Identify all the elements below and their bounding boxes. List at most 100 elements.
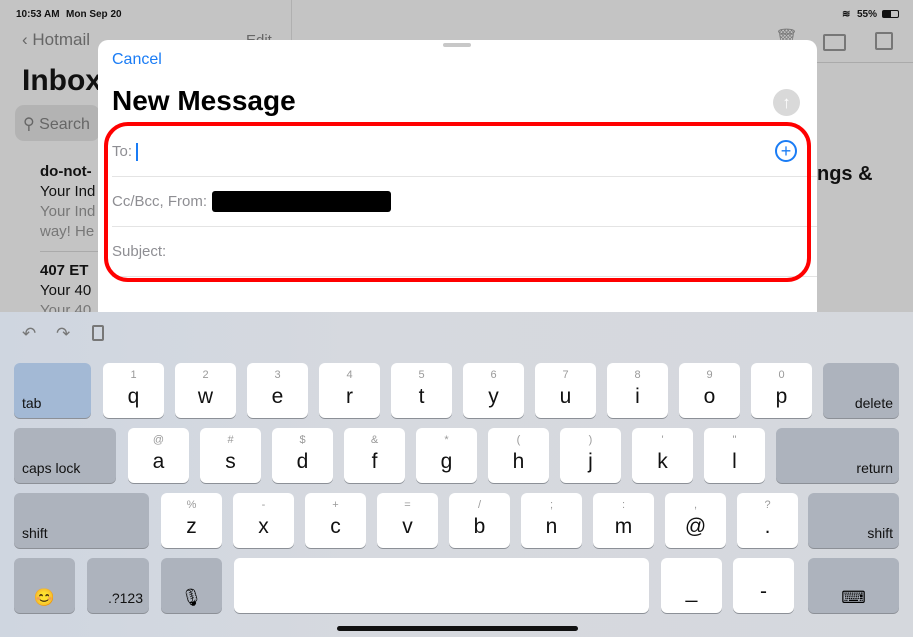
compose-title: New Message [112,85,296,116]
key-primary: e [271,385,284,408]
key-x[interactable]: -x [233,493,294,548]
message-subject: Your Ind [40,183,96,200]
key-g[interactable]: * g [416,428,477,483]
redo-icon[interactable]: ↷ [56,324,70,344]
compose-icon[interactable] [875,32,893,50]
key-secondary: 0 [778,369,785,381]
key-shift[interactable]: shift [14,493,149,548]
key-j[interactable]: ) j [560,428,621,483]
key-primary: m [614,515,633,538]
key-return[interactable]: return [776,428,899,483]
key-k[interactable]: ' k [632,428,693,483]
paste-icon[interactable] [92,325,104,341]
key-hyphen[interactable]: - [733,558,794,613]
key-s[interactable]: # s [200,428,261,483]
key-q[interactable]: 1q [103,363,164,418]
key-space[interactable] [234,558,649,613]
key-secondary: * [444,434,449,446]
key-z[interactable]: % z [161,493,222,548]
folder-icon[interactable] [823,34,846,51]
key-l[interactable]: " l [704,428,765,483]
sheet-grabber[interactable] [443,43,471,47]
key-r[interactable]: 4r [319,363,380,418]
key-secondary: + [332,499,339,511]
key-period[interactable]: ?. [737,493,798,548]
status-date: Mon Sep 20 [66,9,122,20]
undo-icon[interactable]: ↶ [22,324,36,344]
key-b[interactable]: / b [449,493,510,548]
key-secondary: 6 [490,369,497,381]
key-secondary: & [370,434,379,446]
key-m[interactable]: :m [593,493,654,548]
key--123[interactable]: .?123 [87,558,149,613]
key-secondary: ' [661,434,664,446]
key-e[interactable]: 3e [247,363,308,418]
key-shift[interactable]: shift [808,493,899,548]
key-label: .?123 [107,590,143,606]
key-v[interactable]: = v [377,493,438,548]
key-secondary: 7 [562,369,569,381]
back-button[interactable]: ‹ Hotmail [22,30,90,50]
key-delete[interactable]: delete [823,363,899,418]
key-f[interactable]: & f [344,428,405,483]
message-preview: way! He [40,223,95,240]
key-u[interactable]: 7u [535,363,596,418]
message-item[interactable]: do-not- Your Ind Your Ind way! He [40,162,95,242]
key-underscore[interactable]: _ [661,558,722,613]
key-microphone[interactable]: 🎙 [161,558,222,613]
key-secondary: : [621,499,626,511]
key-secondary: / [477,499,482,511]
key-dismiss-keyboard[interactable]: ⌨ [808,558,899,613]
message-preview: Your Ind [40,203,96,220]
key-secondary: - [261,499,266,511]
key-primary: k [657,450,668,473]
key-tab[interactable]: tab [14,363,91,418]
key-i[interactable]: 8i [607,363,668,418]
key-secondary: 9 [706,369,713,381]
key-secondary: % [186,499,197,511]
key-primary: r [346,385,353,408]
key-primary: @ [684,515,707,538]
key-primary: s [225,450,236,473]
key-secondary: = [404,499,411,511]
key-h[interactable]: (h [488,428,549,483]
key-a[interactable]: @ a [128,428,189,483]
key-n[interactable]: ; n [521,493,582,548]
key-w[interactable]: 2w [175,363,236,418]
key-primary: _ [685,580,698,603]
key-secondary: " [732,434,737,446]
key-secondary: @ [152,434,165,446]
key-caps-lock[interactable]: caps lock [14,428,116,483]
key-d[interactable]: $ d [272,428,333,483]
cancel-button[interactable]: Cancel [112,51,162,69]
key-secondary: 5 [418,369,425,381]
key-secondary: 2 [202,369,209,381]
key-secondary: ) [588,434,593,446]
home-indicator[interactable] [337,626,578,631]
search-field[interactable]: ⚲ Search [15,105,100,141]
key-secondary: $ [299,434,306,446]
status-time: 10:53 AM [16,9,60,20]
key-primary: d [296,450,309,473]
key-t[interactable]: 5t [391,363,452,418]
key-primary: c [330,515,341,538]
send-button[interactable]: ↑ [773,89,800,116]
key-label: caps lock [22,460,81,476]
key-emoji[interactable]: 😊 [14,558,75,613]
inbox-title: Inbox [22,64,102,97]
key-secondary: 1 [130,369,137,381]
key-primary: x [258,515,269,538]
key-at[interactable]: , @ [665,493,726,548]
key-o[interactable]: 9o [679,363,740,418]
key-primary: u [559,385,572,408]
microphone-icon: 🎙 [180,588,203,607]
key-primary: - [760,580,767,603]
key-y[interactable]: 6y [463,363,524,418]
key-secondary: ; [549,499,554,511]
key-primary: l [732,450,737,473]
detail-text: ngs & [817,163,873,185]
key-p[interactable]: 0p [751,363,812,418]
key-c[interactable]: + c [305,493,366,548]
message-sender: 407 ET [40,262,89,279]
key-label: tab [22,395,42,411]
